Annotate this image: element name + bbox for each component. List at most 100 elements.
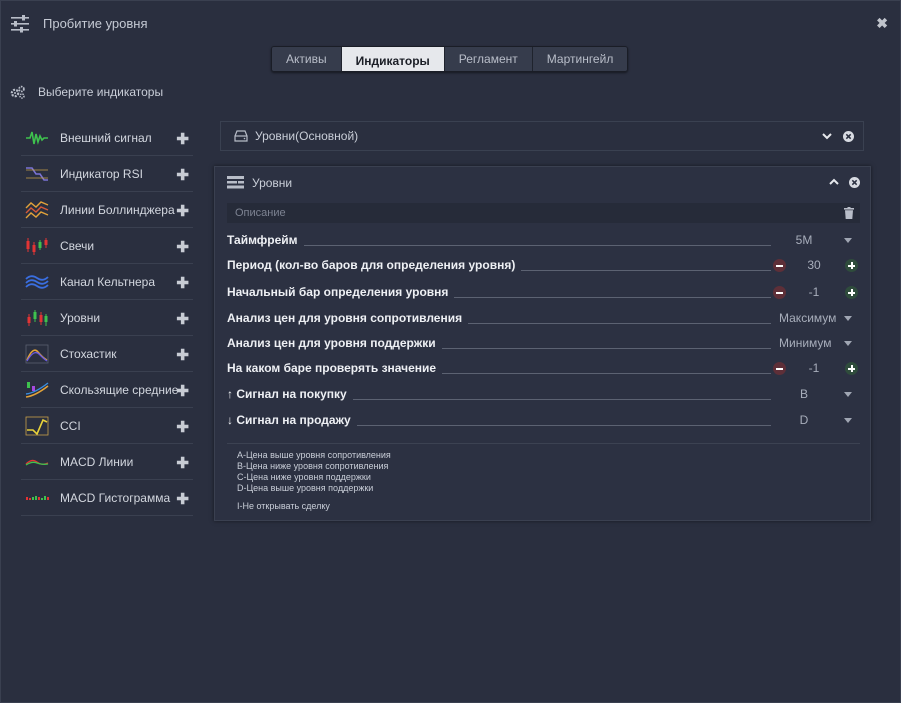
external-signal-icon (26, 131, 48, 145)
add-indicator-icon[interactable]: ✚ (176, 490, 189, 508)
indicator-external-signal[interactable]: Внешний сигнал ✚ (21, 120, 193, 156)
add-indicator-icon[interactable]: ✚ (176, 166, 189, 184)
indicator-label: Канал Кельтнера (60, 274, 156, 289)
remove-circle-icon[interactable] (843, 131, 854, 142)
legend-item: B-Цена ниже уровня сопротивления (237, 461, 389, 471)
tab-schedule[interactable]: Регламент (444, 47, 533, 71)
drive-icon (234, 130, 248, 142)
description-field[interactable]: Описание (227, 203, 860, 223)
caret-down-icon[interactable] (844, 392, 852, 397)
add-indicator-icon[interactable]: ✚ (176, 274, 189, 292)
setting-label: Таймфрейм (227, 233, 304, 247)
setting-row-sell-signal: ↓ Сигнал на продажу D (227, 411, 860, 431)
setting-row-period: Период (кол-во баров для определения уро… (227, 256, 860, 276)
legend-divider (227, 443, 860, 444)
legend-item: I-Не открывать сделку (237, 501, 330, 511)
macd-lines-icon (25, 459, 49, 466)
indicator-candles[interactable]: Свечи ✚ (21, 228, 193, 264)
check-bar-value[interactable]: -1 (792, 361, 836, 375)
start-bar-value[interactable]: -1 (792, 285, 836, 299)
legend-item: D-Цена выше уровня поддержки (237, 483, 374, 493)
tab-indicators[interactable]: Индикаторы (341, 47, 445, 71)
indicator-cci[interactable]: CCI ✚ (21, 408, 193, 444)
add-indicator-icon[interactable]: ✚ (176, 130, 189, 148)
macd-histogram-icon (26, 495, 49, 500)
support-select[interactable]: Минимум (771, 336, 855, 350)
description-placeholder: Описание (235, 207, 286, 219)
period-value[interactable]: 30 (792, 258, 836, 272)
indicator-stochastic[interactable]: Стохастик ✚ (21, 336, 193, 372)
setting-label: Начальный бар определения уровня (227, 285, 455, 299)
indicator-label: Линии Боллинджера (60, 202, 175, 217)
selected-indicator-bar[interactable]: Уровни(Основной) (220, 121, 864, 151)
add-indicator-icon[interactable]: ✚ (176, 202, 189, 220)
chevron-up-icon[interactable] (828, 176, 840, 188)
decrement-button[interactable] (773, 259, 786, 272)
tab-bar: Активы Индикаторы Регламент Мартингейл (271, 46, 629, 72)
chevron-down-icon[interactable] (821, 130, 833, 142)
indicator-label: MACD Гистограмма (60, 490, 171, 505)
panel-title: Уровни (252, 176, 293, 190)
levels-panel-icon (227, 176, 244, 189)
cci-icon (25, 416, 49, 435)
setting-row-timeframe: Таймфрейм 5M (227, 231, 860, 251)
setting-row-check-bar: На каком баре проверять значение -1 (227, 359, 860, 379)
tab-martingale[interactable]: Мартингейл (532, 47, 628, 71)
remove-circle-icon[interactable] (849, 177, 860, 188)
add-indicator-icon[interactable]: ✚ (176, 382, 189, 400)
setting-row-resistance: Анализ цен для уровня сопротивления Макс… (227, 309, 860, 329)
indicator-keltner[interactable]: Канал Кельтнера ✚ (21, 264, 193, 300)
indicator-label: CCI (60, 418, 81, 433)
indicator-bollinger[interactable]: Линии Боллинджера ✚ (21, 192, 193, 228)
tab-assets[interactable]: Активы (272, 47, 342, 71)
indicator-label: MACD Линии (60, 454, 134, 469)
increment-button[interactable] (845, 259, 858, 272)
section-heading: Выберите индикаторы (10, 84, 163, 100)
setting-label: ↑ Сигнал на покупку (227, 387, 353, 401)
legend-item: C-Цена ниже уровня поддержки (237, 472, 371, 482)
timeframe-select[interactable]: 5M (772, 233, 836, 247)
setting-label: ↓ Сигнал на продажу (227, 413, 357, 427)
setting-row-start-bar: Начальный бар определения уровня -1 (227, 283, 860, 303)
indicator-moving-average[interactable]: Скользящие средние ✚ (21, 372, 193, 408)
indicator-macd-histogram[interactable]: MACD Гистограмма ✚ (21, 480, 193, 516)
row-divider (227, 245, 771, 246)
buy-signal-select[interactable]: B (772, 387, 836, 401)
setting-row-support: Анализ цен для уровня поддержки Минимум (227, 334, 860, 354)
legend-item: A-Цена выше уровня сопротивления (237, 450, 391, 460)
indicator-rsi[interactable]: Индикатор RSI ✚ (21, 156, 193, 192)
sell-signal-select[interactable]: D (772, 413, 836, 427)
setting-label: Период (кол-во баров для определения уро… (227, 258, 522, 272)
increment-button[interactable] (845, 362, 858, 375)
moving-average-icon (25, 381, 49, 398)
add-indicator-icon[interactable]: ✚ (176, 238, 189, 256)
main-window: Пробитие уровня ✖ Активы Индикаторы Регл… (0, 0, 901, 703)
section-heading-label: Выберите индикаторы (38, 85, 164, 99)
caret-down-icon[interactable] (844, 418, 852, 423)
resistance-select[interactable]: Максимум (771, 311, 855, 325)
decrement-button[interactable] (773, 362, 786, 375)
gears-icon (10, 85, 25, 99)
indicator-list: Внешний сигнал ✚ Индикатор RSI ✚ Линии Б… (21, 120, 193, 516)
bollinger-icon (25, 200, 49, 218)
close-window-icon[interactable]: ✖ (876, 15, 888, 32)
add-indicator-icon[interactable]: ✚ (176, 418, 189, 436)
caret-down-icon[interactable] (844, 341, 852, 346)
trash-icon[interactable] (844, 207, 854, 219)
window-title: Пробитие уровня (43, 16, 148, 31)
decrement-button[interactable] (773, 286, 786, 299)
indicator-levels[interactable]: Уровни ✚ (21, 300, 193, 336)
indicator-macd-lines[interactable]: MACD Линии ✚ (21, 444, 193, 480)
signal-legend: A-Цена выше уровня сопротивления B-Цена … (237, 450, 391, 512)
caret-down-icon[interactable] (844, 238, 852, 243)
add-indicator-icon[interactable]: ✚ (176, 310, 189, 328)
sliders-icon (11, 15, 29, 33)
increment-button[interactable] (845, 286, 858, 299)
setting-label: Анализ цен для уровня поддержки (227, 336, 442, 350)
setting-label: На каком баре проверять значение (227, 361, 443, 375)
setting-row-buy-signal: ↑ Сигнал на покупку B (227, 385, 860, 405)
add-indicator-icon[interactable]: ✚ (176, 454, 189, 472)
indicator-label: Уровни (60, 310, 101, 325)
add-indicator-icon[interactable]: ✚ (176, 346, 189, 364)
caret-down-icon[interactable] (844, 316, 852, 321)
